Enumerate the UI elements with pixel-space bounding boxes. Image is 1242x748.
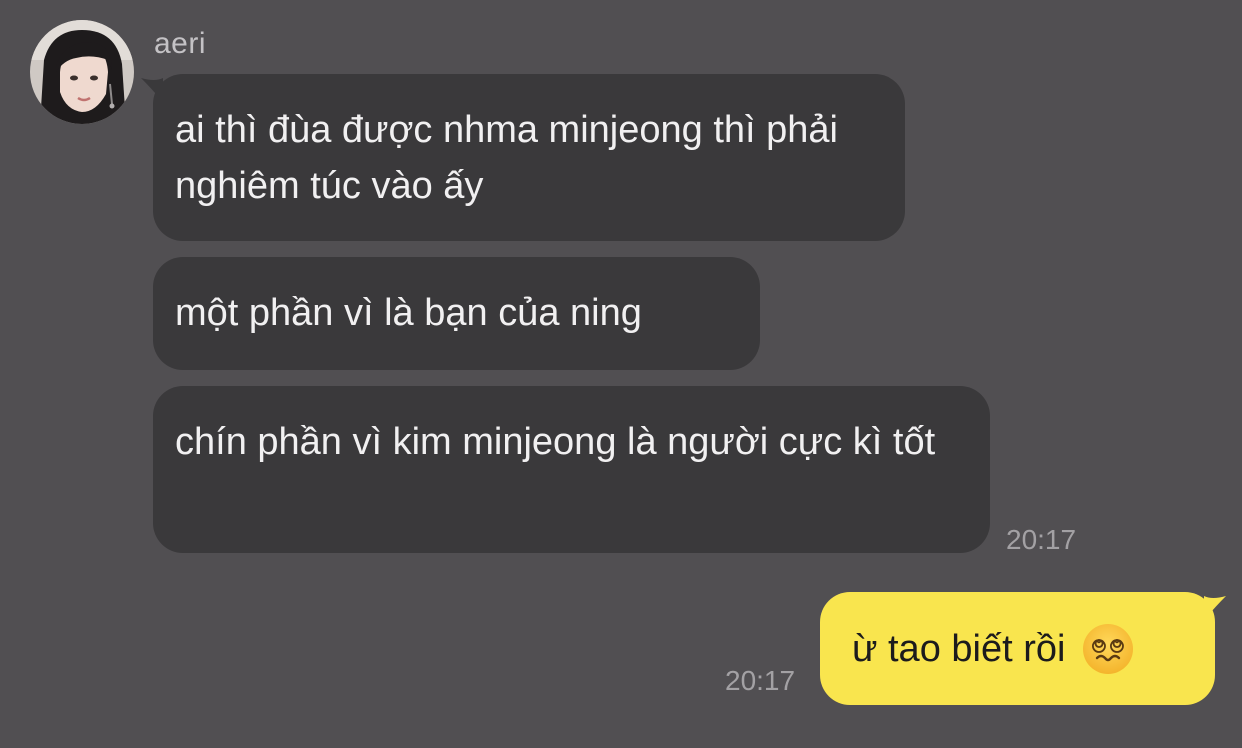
message-timestamp: 20:17: [725, 665, 796, 696]
message-text: chín phần vì kim minjeong là người cực k…: [175, 421, 936, 463]
sender-name: aeri: [154, 27, 207, 60]
message-timestamp: 20:17: [1006, 524, 1077, 555]
incoming-message-bubble[interactable]: một phần vì là bạn của ning: [153, 257, 760, 370]
incoming-message-bubble[interactable]: chín phần vì kim minjeong là người cực k…: [153, 386, 990, 553]
message-text: ai thì đùa được nhma minjeong thì phải n…: [175, 109, 838, 207]
avatar-photo-icon: [30, 20, 134, 124]
message-text: ừ tao biết rồi: [852, 627, 1066, 670]
dizzy-face-emoji-icon: [1083, 623, 1134, 674]
bubble-tail-icon: [1204, 596, 1226, 620]
outgoing-message-bubble[interactable]: ừ tao biết rồi: [820, 592, 1226, 705]
incoming-message-bubble[interactable]: ai thì đùa được nhma minjeong thì phải n…: [141, 74, 905, 241]
bubble-tail-icon: [141, 78, 163, 102]
message-text: một phần vì là bạn của ning: [175, 292, 642, 334]
contact-avatar[interactable]: [30, 20, 134, 124]
